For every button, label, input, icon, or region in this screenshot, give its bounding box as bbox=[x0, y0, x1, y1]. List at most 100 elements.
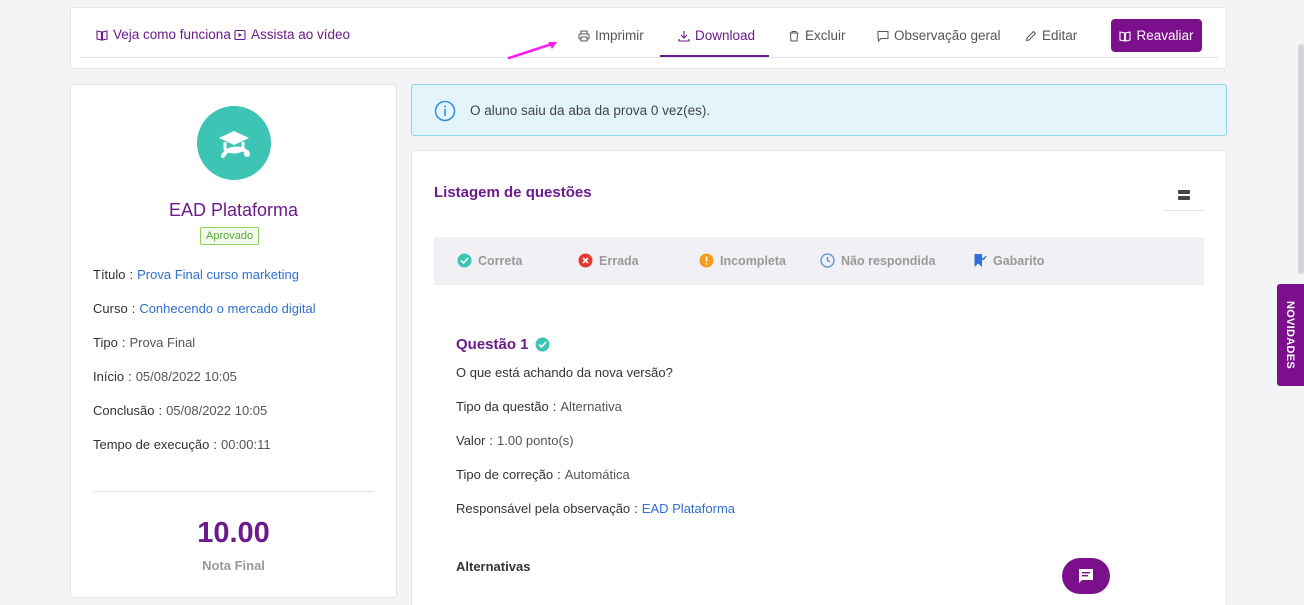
list-view-icon bbox=[1178, 189, 1190, 200]
info-duration-row: Tempo de execução: 00:00:11 bbox=[93, 437, 271, 452]
layout-toggle-button[interactable] bbox=[1164, 179, 1204, 211]
pencil-icon bbox=[1025, 30, 1037, 41]
course-link[interactable]: Conhecendo o mercado digital bbox=[139, 301, 315, 316]
info-start-row: Início: 05/08/2022 10:05 bbox=[93, 369, 237, 384]
reevaluate-button[interactable]: Reavaliar bbox=[1111, 19, 1202, 52]
legend-label: Correta bbox=[478, 253, 523, 268]
question-field-label: Valor bbox=[456, 433, 486, 448]
student-profile-card: EAD Plataforma Aprovado Título: Prova Fi… bbox=[70, 84, 397, 598]
help-link-label: Veja como funciona bbox=[113, 27, 231, 42]
info-label: Curso bbox=[93, 301, 128, 316]
print-button[interactable]: Imprimir bbox=[578, 28, 644, 43]
question-field-label: Tipo de correção bbox=[456, 467, 554, 482]
info-type-row: Tipo: Prova Final bbox=[93, 335, 195, 350]
question-field-value: Automática bbox=[564, 467, 630, 482]
final-score: 10.00 bbox=[197, 517, 270, 549]
exam-title-link[interactable]: Prova Final curso marketing bbox=[137, 267, 299, 282]
check-circle-icon bbox=[535, 337, 550, 352]
legend-label: Incompleta bbox=[720, 253, 786, 268]
x-circle-icon bbox=[578, 253, 593, 268]
legend-answer-key: Gabarito bbox=[972, 253, 1044, 268]
warning-circle-icon bbox=[699, 253, 714, 268]
legend-wrong: Errada bbox=[578, 253, 639, 268]
general-observation-label: Observação geral bbox=[894, 28, 1001, 43]
question-field-value: Alternativa bbox=[560, 399, 622, 414]
question-title: Questão 1 bbox=[456, 336, 529, 353]
legend-label: Gabarito bbox=[993, 253, 1045, 268]
printer-icon bbox=[578, 30, 590, 41]
info-label: Conclusão bbox=[93, 403, 155, 418]
status-badge: Aprovado bbox=[200, 227, 260, 245]
tab-exit-alert: O aluno saiu da aba da prova 0 vez(es). bbox=[411, 84, 1227, 136]
download-icon bbox=[678, 30, 690, 42]
news-side-tab[interactable]: NOVIDADES bbox=[1277, 284, 1304, 386]
play-icon bbox=[234, 29, 246, 40]
print-label: Imprimir bbox=[595, 28, 644, 43]
info-title-row: Título: Prova Final curso marketing bbox=[93, 267, 299, 282]
info-label: Início bbox=[93, 369, 125, 384]
question-1-heading: Questão 1 bbox=[456, 336, 550, 353]
chat-icon bbox=[1079, 569, 1093, 583]
info-label: Tempo de execução bbox=[93, 437, 210, 452]
trash-icon bbox=[789, 30, 799, 41]
news-side-tab-label: NOVIDADES bbox=[1284, 300, 1297, 370]
info-colon: : bbox=[128, 369, 132, 384]
annotation-arrow-icon bbox=[507, 41, 557, 60]
question-field-colon: : bbox=[634, 501, 638, 516]
legend-unanswered: Não respondida bbox=[820, 253, 935, 268]
help-link-how-it-works[interactable]: Veja como funciona bbox=[96, 27, 231, 42]
question-field-colon: : bbox=[489, 433, 494, 448]
platform-logo bbox=[197, 106, 271, 180]
help-link-label: Assista ao vídeo bbox=[251, 27, 351, 42]
question-field-colon: : bbox=[557, 467, 561, 482]
question-field-label: Tipo da questão bbox=[456, 399, 549, 414]
alternatives-heading: Alternativas bbox=[456, 559, 531, 574]
edit-button[interactable]: Editar bbox=[1025, 28, 1077, 43]
help-link-watch-video[interactable]: Assista ao vídeo bbox=[234, 27, 350, 42]
info-colon: : bbox=[129, 267, 134, 282]
legend-label: Errada bbox=[599, 253, 639, 268]
question-field-label: Responsável pela observação bbox=[456, 501, 631, 516]
questions-panel: Listagem de questões Correta Errada Inco… bbox=[411, 150, 1227, 605]
questions-title: Listagem de questões bbox=[434, 184, 592, 201]
edit-label: Editar bbox=[1042, 28, 1078, 43]
info-colon: : bbox=[131, 301, 136, 316]
delete-label: Excluir bbox=[805, 28, 846, 43]
alert-text: O aluno saiu da aba da prova 0 vez(es). bbox=[470, 103, 711, 118]
profile-divider bbox=[93, 491, 374, 492]
info-icon bbox=[434, 100, 456, 122]
bookmark-icon bbox=[974, 254, 987, 267]
student-name: EAD Plataforma bbox=[168, 200, 299, 220]
check-circle-icon bbox=[457, 253, 472, 268]
chat-button[interactable] bbox=[1062, 558, 1110, 594]
legend-label: Não respondida bbox=[841, 253, 936, 268]
reevaluate-label: Reavaliar bbox=[1136, 28, 1194, 43]
question-responsible-row: Responsável pela observação: EAD Platafo… bbox=[456, 501, 735, 516]
download-button[interactable]: Download bbox=[678, 28, 755, 43]
responsible-link[interactable]: EAD Plataforma bbox=[642, 501, 735, 516]
book-icon bbox=[96, 29, 108, 41]
question-value-row: Valor: 1.00 ponto(s) bbox=[456, 433, 574, 448]
info-value: 05/08/2022 10:05 bbox=[135, 369, 237, 384]
legend-correct: Correta bbox=[457, 253, 522, 268]
info-course-row: Curso: Conhecendo o mercado digital bbox=[93, 301, 316, 316]
info-label: Tipo bbox=[93, 335, 118, 350]
top-toolbar: Veja como funciona Assista ao vídeo Impr… bbox=[70, 7, 1227, 69]
info-colon: : bbox=[158, 403, 163, 418]
info-value: 05/08/2022 10:05 bbox=[166, 403, 268, 418]
book-open-icon bbox=[1119, 30, 1132, 42]
info-conclusion-row: Conclusão: 05/08/2022 10:05 bbox=[93, 403, 267, 418]
comment-icon bbox=[877, 30, 889, 42]
final-score-label: Nota Final bbox=[202, 558, 265, 573]
info-value: 00:00:11 bbox=[220, 437, 271, 452]
graduation-logo-icon bbox=[219, 131, 250, 158]
legend-incomplete: Incompleta bbox=[699, 253, 786, 268]
download-label: Download bbox=[695, 28, 756, 43]
general-observation-button[interactable]: Observação geral bbox=[877, 28, 1001, 43]
question-type-row: Tipo da questão: Alternativa bbox=[456, 399, 622, 414]
info-label: Título bbox=[93, 267, 126, 282]
info-colon: : bbox=[213, 437, 217, 452]
delete-button[interactable]: Excluir bbox=[788, 28, 846, 43]
page-scrollbar[interactable] bbox=[1298, 44, 1304, 274]
info-value: Prova Final bbox=[129, 335, 196, 350]
